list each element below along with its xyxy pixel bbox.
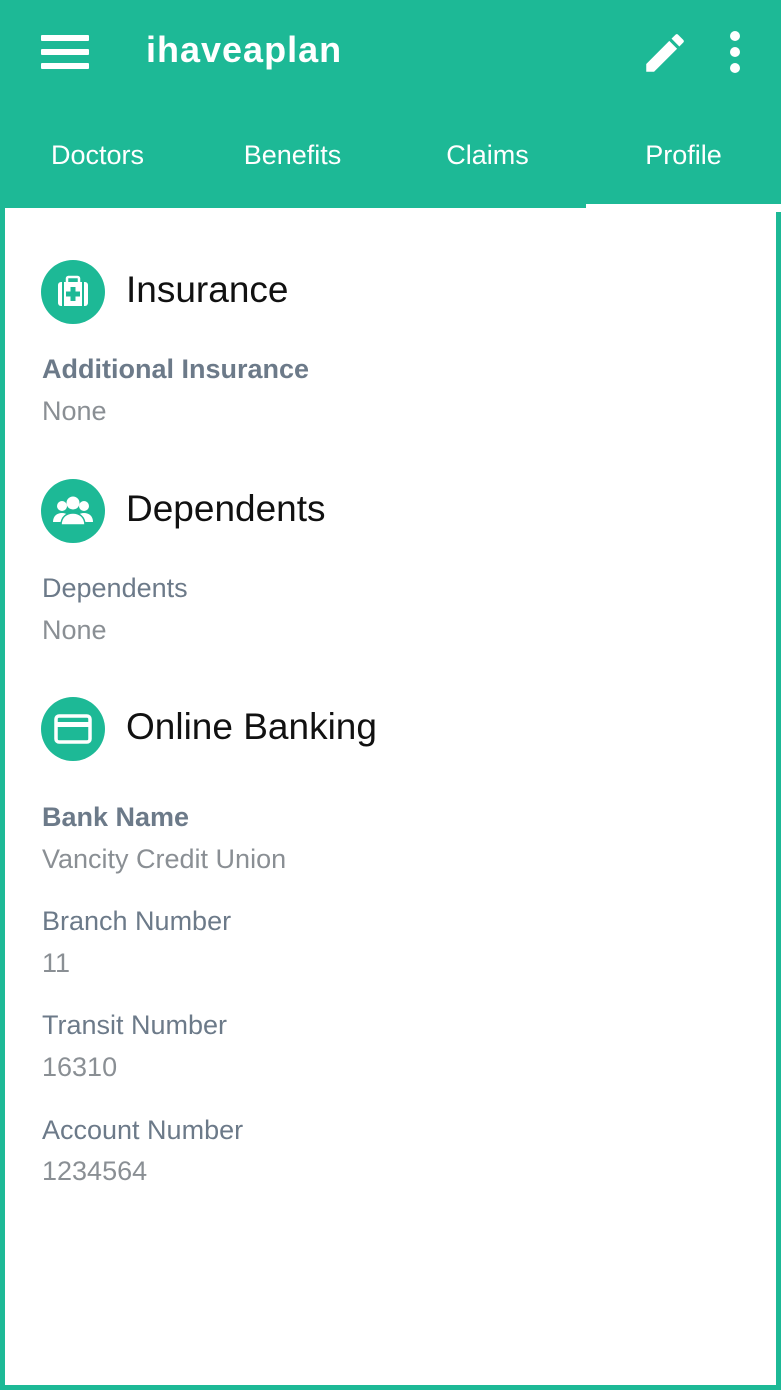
dependents-section-title: Dependents xyxy=(126,488,326,529)
dependents-label: Dependents xyxy=(42,573,188,603)
people-group-icon xyxy=(41,479,105,543)
app-title: ihaveaplan xyxy=(146,29,343,70)
medical-kit-icon xyxy=(41,260,105,324)
tab-claims[interactable]: Claims xyxy=(390,104,585,208)
bank-name-label: Bank Name xyxy=(42,802,190,832)
dependents-value: None xyxy=(42,615,107,645)
account-number-label: Account Number xyxy=(42,1115,244,1145)
bank-name-value: Vancity Credit Union xyxy=(42,844,287,874)
branch-number-value: 11 xyxy=(42,948,71,978)
menu-button[interactable] xyxy=(30,20,100,84)
tab-benefits[interactable]: Benefits xyxy=(195,104,390,208)
app-bar: ihaveaplan xyxy=(0,0,781,104)
credit-card-icon xyxy=(41,697,105,761)
additional-insurance-label: Additional Insurance xyxy=(42,354,310,384)
branch-number-label: Branch Number xyxy=(42,906,232,936)
edit-button[interactable] xyxy=(640,28,690,78)
transit-number-label: Transit Number xyxy=(42,1010,228,1040)
more-options-button[interactable] xyxy=(715,28,755,78)
account-number-value: 1234564 xyxy=(42,1156,148,1186)
profile-content: Insurance Additional Insurance None Depe… xyxy=(5,208,776,1385)
vertical-dots-icon xyxy=(730,31,740,73)
additional-insurance-value: None xyxy=(42,396,107,426)
tab-bar: Doctors Benefits Claims Profile xyxy=(0,104,781,212)
transit-number-value: 16310 xyxy=(42,1052,118,1082)
hamburger-menu-icon xyxy=(41,35,89,41)
pencil-icon xyxy=(646,34,684,72)
tab-profile[interactable]: Profile xyxy=(586,104,781,212)
insurance-section-title: Insurance xyxy=(126,269,289,310)
tab-doctors[interactable]: Doctors xyxy=(0,104,195,208)
online-banking-section-title: Online Banking xyxy=(126,706,377,747)
